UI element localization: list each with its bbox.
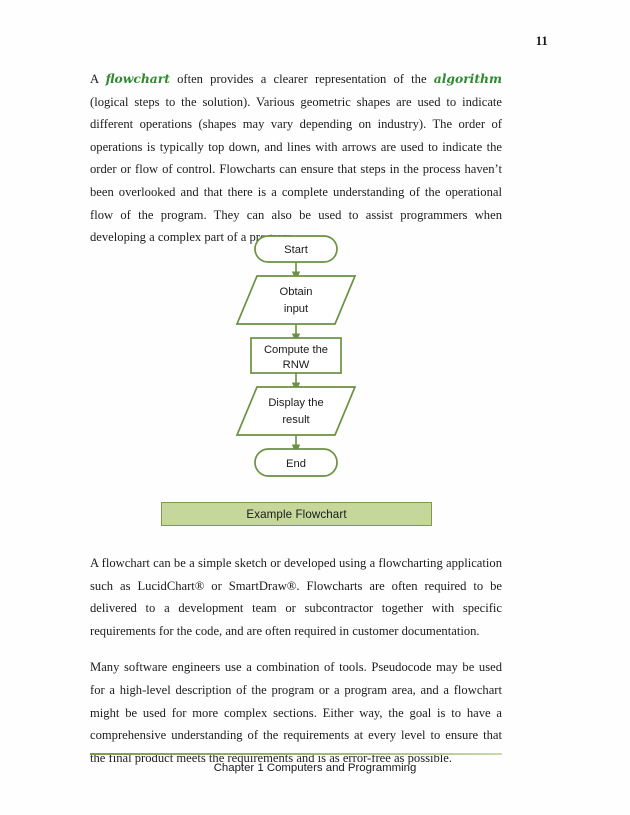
text-seg-0: A [90,72,106,86]
flowchart-label-output-line1: Display the [268,397,323,409]
lower-text-block: A flowchart can be a simple sketch or de… [90,552,502,783]
flowchart-node-input: Obtain input [235,275,357,325]
flowchart-label-input-line2: input [284,303,309,315]
flowchart-label-input-line1: Obtain [280,286,313,298]
flowchart-node-output: Display the result [235,386,357,436]
flowchart-node-process: Compute the RNW [250,337,342,374]
text-seg-2: often provides a clearer representation … [169,72,434,86]
flowchart-label-end: End [286,458,306,470]
footer-chapter-label: Chapter 1 Computers and Programming [213,762,417,774]
figure-caption-text: Example Flowchart [246,507,347,521]
parallelogram-shape-output [235,386,357,436]
flowchart-label-start: Start [284,244,309,256]
figure-caption-box: Example Flowchart [161,502,432,526]
example-flowchart-figure: Start Obtain input Compute the RNW Displ… [0,228,630,488]
flowchart-label-process-line2: RNW [283,359,310,371]
paragraph-flowchart-intro: A flowchart often provides a clearer rep… [90,68,502,249]
flowchart-label-process-line1: Compute the [264,344,328,356]
flowchart-node-end: End [254,448,338,477]
text-seg-4: (logical steps to the solution). Various… [90,94,502,245]
keyword-algorithm: algorithm [433,71,502,86]
document-page: 11 A flowchart often provides a clearer … [0,0,630,815]
keyword-flowchart: flowchart [105,71,170,86]
page-number: 11 [535,34,548,48]
flowchart-label-output-line2: result [282,414,310,426]
flowchart-node-start: Start [254,235,338,263]
paragraph-flowchart-tools: A flowchart can be a simple sketch or de… [90,556,502,638]
footer-divider [90,753,502,755]
parallelogram-shape-input [235,275,357,325]
